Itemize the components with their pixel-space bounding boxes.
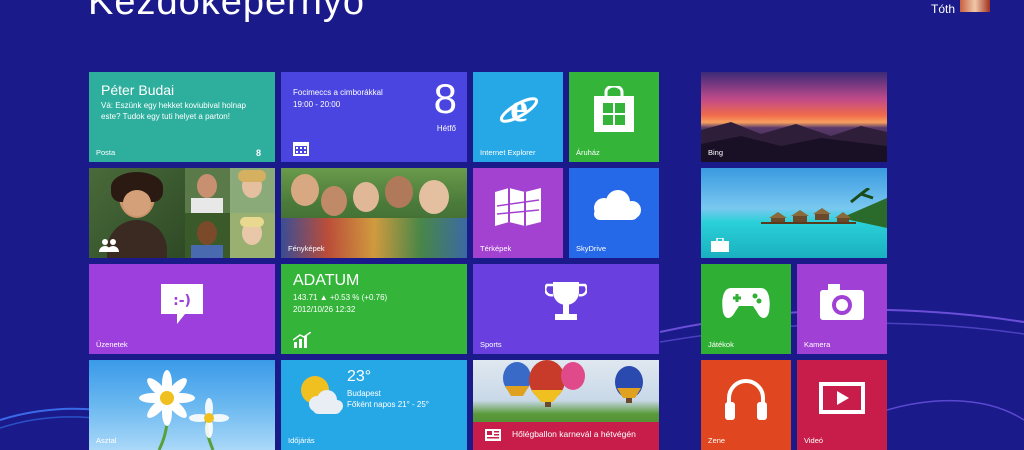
games-label: Játékok bbox=[708, 340, 734, 349]
internet-explorer-label: Internet Explorer bbox=[480, 148, 536, 157]
games-tile[interactable]: Játékok bbox=[701, 264, 791, 354]
weather-temperature: 23° bbox=[347, 368, 372, 385]
video-play-icon bbox=[819, 382, 865, 414]
camera-label: Kamera bbox=[804, 340, 831, 349]
people-icon bbox=[99, 239, 119, 252]
travel-news-headline: Hőlégballon karnevál a hétvégén bbox=[512, 429, 636, 439]
sun-cloud-icon bbox=[301, 376, 343, 414]
calendar-time: 19:00 - 20:00 bbox=[293, 100, 341, 109]
bing-label: Bing bbox=[708, 148, 724, 157]
calendar-event: Focimeccs a cimborákkal bbox=[293, 88, 383, 97]
finance-tile[interactable]: ADATUM 143.71 ▲ +0.53 % (+0.76) 2012/10/… bbox=[281, 264, 467, 354]
sports-label: Sports bbox=[480, 340, 502, 349]
weather-forecast: Főként napos 21° - 25° bbox=[347, 400, 430, 409]
camera-tile[interactable]: Kamera bbox=[797, 264, 887, 354]
mail-tile[interactable]: Péter Budai Vá: Eszünk egy hekket koviub… bbox=[89, 72, 275, 162]
photos-tile[interactable]: Fényképek bbox=[281, 168, 467, 258]
mail-label: Posta bbox=[96, 148, 116, 157]
skydrive-tile[interactable]: SkyDrive bbox=[569, 168, 659, 258]
photos-label: Fényképek bbox=[288, 244, 325, 253]
weather-label: Időjárás bbox=[288, 436, 315, 445]
messaging-label: Üzenetek bbox=[96, 340, 128, 349]
internet-explorer-tile[interactable]: e Internet Explorer bbox=[473, 72, 563, 162]
finance-quote: 143.71 ▲ +0.53 % (+0.76) bbox=[293, 293, 388, 302]
calendar-day-name: Hétfő bbox=[436, 124, 456, 133]
hot-air-balloons-image bbox=[503, 360, 643, 407]
screen-title: Kezdőképernyő bbox=[88, 0, 366, 23]
bing-mountains-image bbox=[701, 122, 887, 162]
music-label: Zene bbox=[708, 436, 726, 445]
news-icon bbox=[485, 429, 501, 441]
calendar-day-number: 8 bbox=[433, 75, 457, 122]
headphones-icon bbox=[725, 379, 767, 420]
bing-tile[interactable]: Bing bbox=[701, 72, 887, 162]
travel-news-tile[interactable]: Hőlégballon karnevál a hétvégén bbox=[473, 360, 659, 450]
store-tile[interactable]: Áruház bbox=[569, 72, 659, 162]
finance-ticker: ADATUM bbox=[293, 272, 360, 289]
user-avatar[interactable] bbox=[960, 0, 990, 12]
maps-label: Térképek bbox=[480, 244, 512, 253]
people-photo-4 bbox=[185, 213, 230, 258]
calendar-icon bbox=[293, 142, 309, 156]
weather-city: Budapest bbox=[347, 389, 381, 398]
desktop-label: Asztal bbox=[96, 436, 117, 445]
user-name[interactable]: Tóth bbox=[931, 2, 955, 16]
finance-chart-icon bbox=[293, 332, 311, 348]
store-bag-icon bbox=[594, 86, 634, 132]
message-bubble-icon: :-) bbox=[161, 284, 203, 324]
svg-text:e: e bbox=[510, 88, 528, 130]
game-controller-icon bbox=[722, 288, 770, 318]
messaging-tile[interactable]: :-) Üzenetek bbox=[89, 264, 275, 354]
trophy-icon bbox=[545, 282, 587, 320]
daisy-flowers-image bbox=[139, 370, 229, 450]
store-label: Áruház bbox=[576, 148, 600, 157]
svg-text::-): :-) bbox=[173, 293, 191, 309]
internet-explorer-icon: e bbox=[499, 88, 539, 130]
desktop-tile[interactable]: Asztal bbox=[89, 360, 275, 450]
people-tile[interactable] bbox=[89, 168, 275, 258]
sports-tile[interactable]: Sports bbox=[473, 264, 659, 354]
video-tile[interactable]: Videó bbox=[797, 360, 887, 450]
mail-sender: Péter Budai bbox=[101, 82, 175, 98]
suitcase-icon bbox=[711, 238, 729, 252]
music-tile[interactable]: Zene bbox=[701, 360, 791, 450]
mail-preview: Vá: Eszünk egy hekket koviubival holnap … bbox=[101, 101, 246, 121]
weather-tile[interactable]: 23° Budapest Főként napos 21° - 25° Időj… bbox=[281, 360, 467, 450]
finance-date: 2012/10/26 12:32 bbox=[293, 305, 356, 314]
people-photo-2 bbox=[185, 168, 230, 213]
travel-image-tile[interactable] bbox=[701, 168, 887, 258]
people-photo-5 bbox=[230, 213, 275, 258]
map-icon bbox=[495, 188, 541, 226]
camera-icon bbox=[820, 284, 864, 320]
video-label: Videó bbox=[804, 436, 824, 445]
mail-count: 8 bbox=[255, 148, 261, 158]
cloud-icon bbox=[594, 190, 641, 220]
skydrive-label: SkyDrive bbox=[576, 244, 607, 253]
maps-tile[interactable]: Térképek bbox=[473, 168, 563, 258]
calendar-tile[interactable]: Focimeccs a cimborákkal 19:00 - 20:00 8 … bbox=[281, 72, 467, 162]
people-photo-3 bbox=[230, 168, 275, 213]
